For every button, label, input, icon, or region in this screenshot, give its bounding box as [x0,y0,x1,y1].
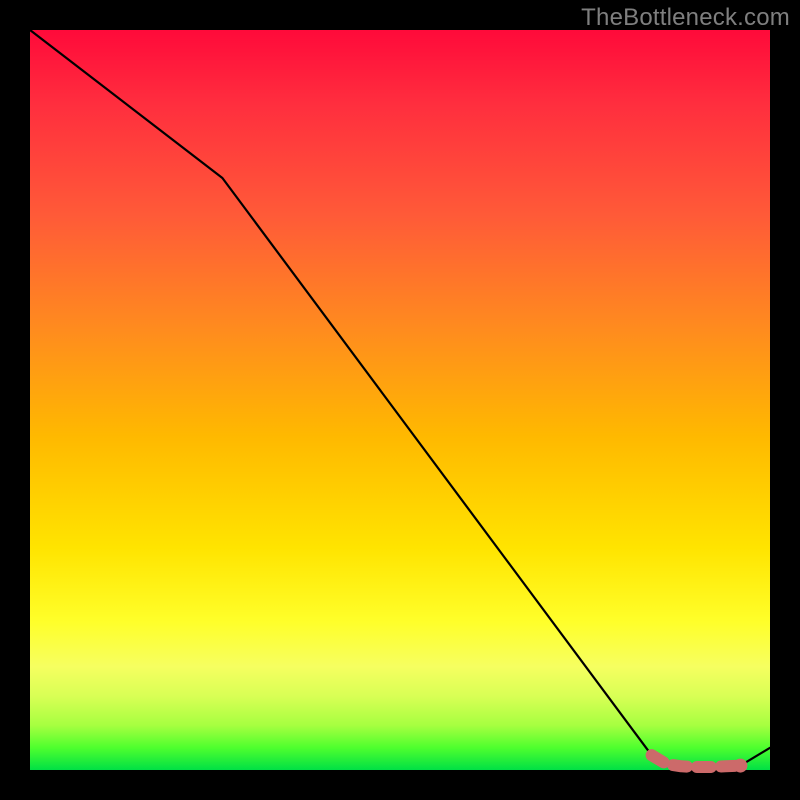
bottleneck-curve [30,30,770,767]
optimal-point-marker [733,759,747,773]
chart-frame: TheBottleneck.com [0,0,800,800]
watermark-text: TheBottleneck.com [581,4,790,32]
optimal-range-highlight [652,755,741,767]
chart-overlay [30,30,770,770]
